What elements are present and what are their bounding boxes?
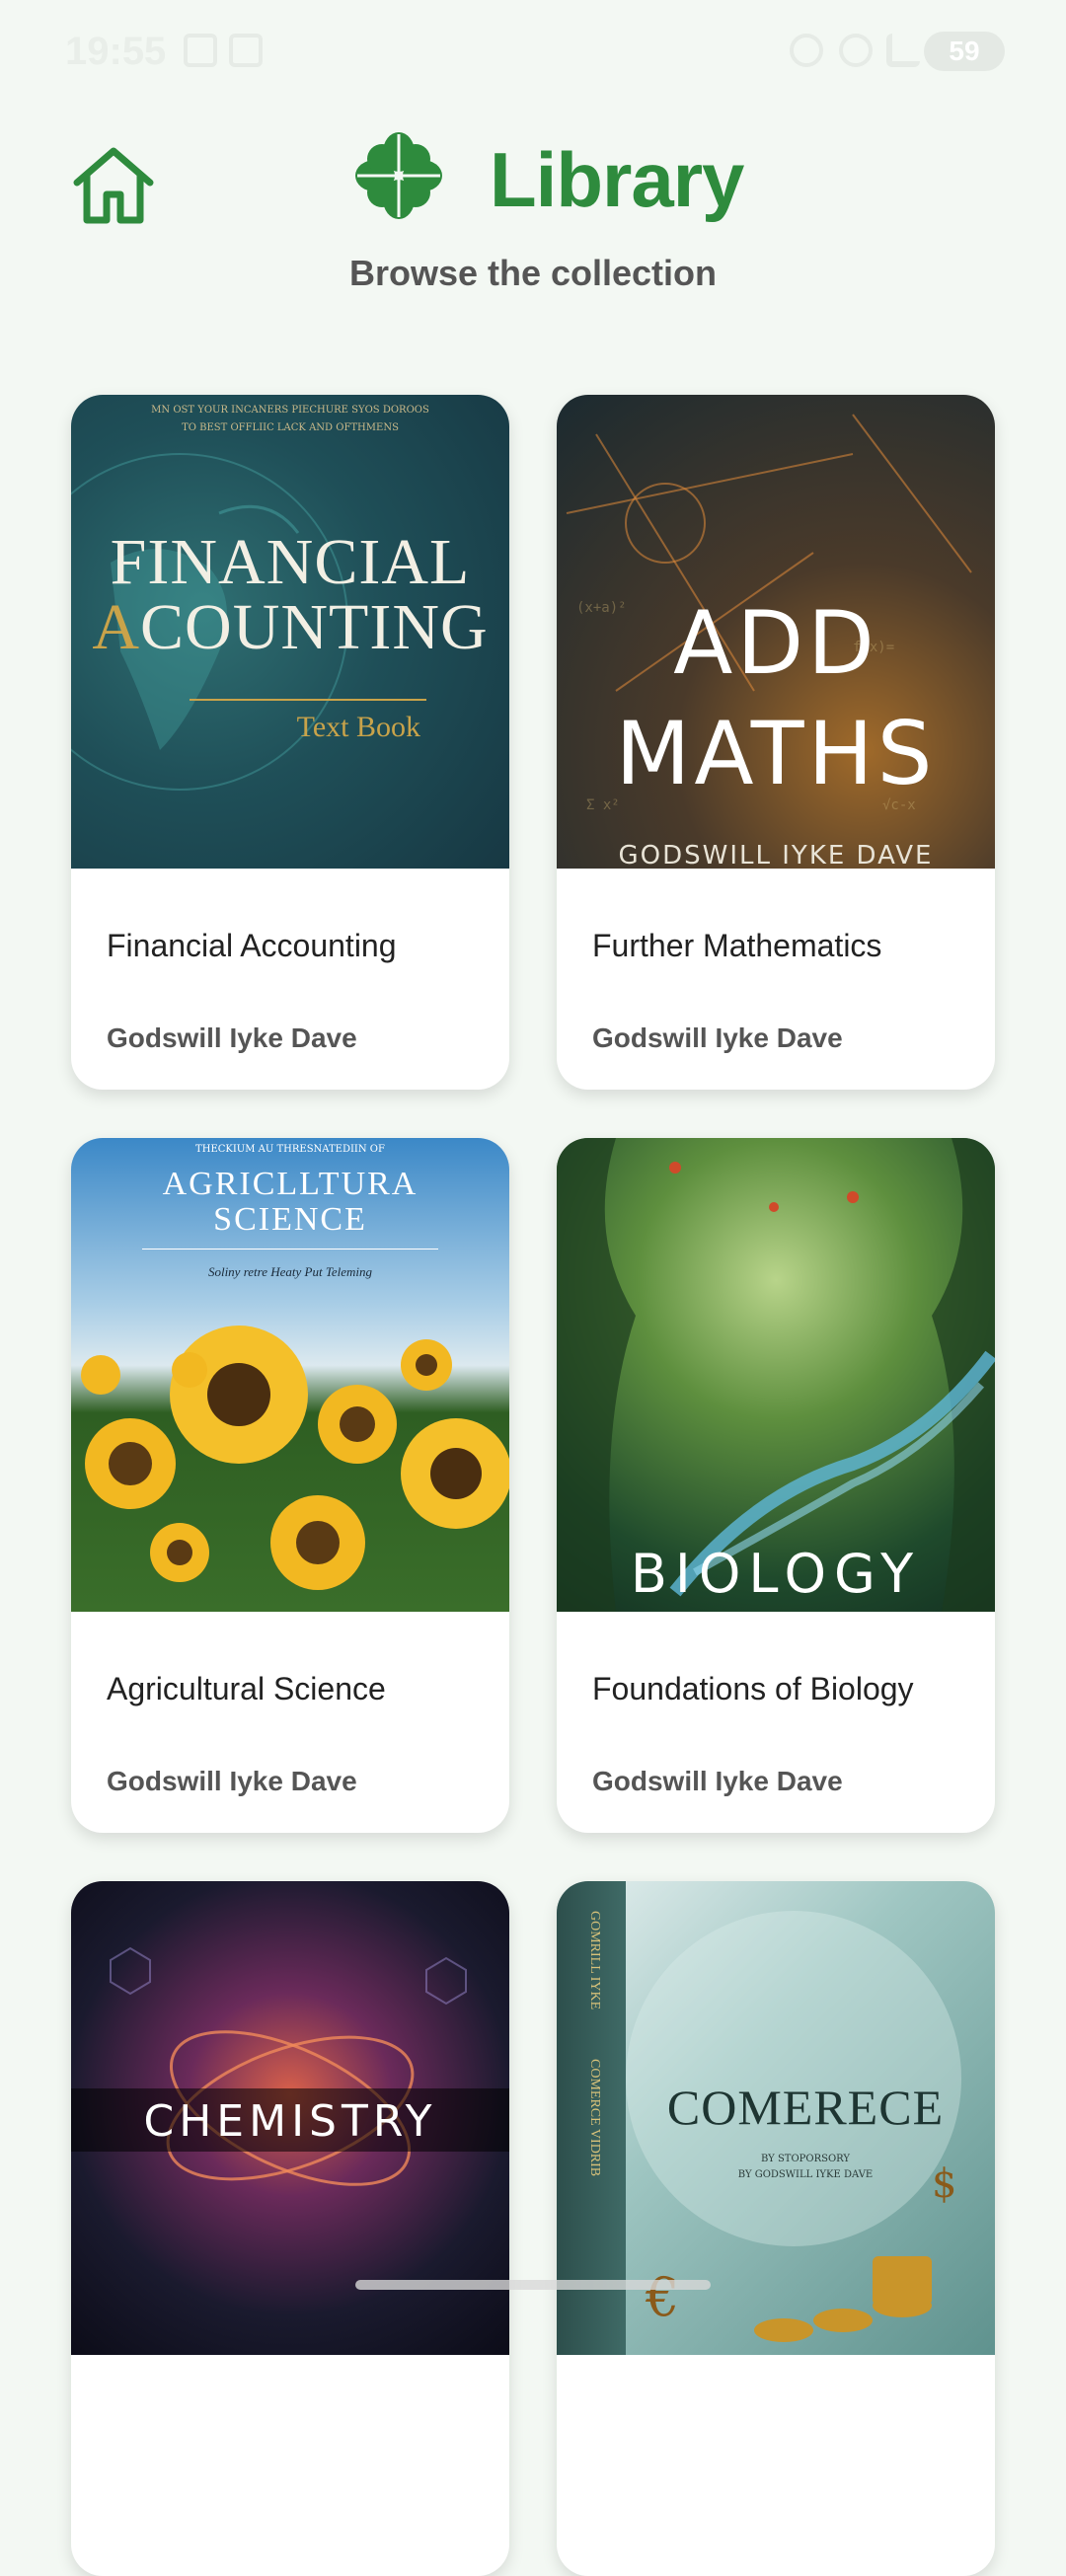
- book-cover: (x+a)² f(x)= Σ x² √c-x ADD MATHS GODSWILL I…: [557, 395, 995, 869]
- book-title: Agricultural Science: [107, 1671, 386, 1706]
- cover-title: FINANCIAL: [110, 526, 471, 598]
- book-title: Financial Accounting: [107, 928, 397, 963]
- cover-divider: [190, 699, 426, 701]
- book-card-financial-accounting[interactable]: MN OST YOUR INCANERS PIECHURE SYOS DOROO…: [71, 395, 509, 1090]
- cover-title: COMERECE: [666, 2080, 945, 2135]
- page-subtitle: Browse the collection: [348, 253, 718, 293]
- book-author: Godswill Iyke Dave: [107, 1023, 357, 1053]
- page-title: Library: [490, 136, 744, 223]
- cover-author: GODSWILL IYKE DAVE: [618, 841, 934, 869]
- home-icon: [73, 147, 154, 224]
- cover-tagline: MN OST YOUR INCANERS PIECHURE SYOS DOROO…: [151, 405, 429, 416]
- dna-jungle-illustration: [557, 1138, 995, 1612]
- cover-subtitle: BY STOPORSORY: [761, 2154, 850, 2164]
- book-card-further-mathematics[interactable]: (x+a)² f(x)= Σ x² √c-x ADD MATHS GODSWILL I…: [557, 395, 995, 1090]
- book-card-foundations-of-biology[interactable]: BIOLOGY Foundations of Biology Godswill …: [557, 1138, 995, 1833]
- cover-subtitle: Text Book: [296, 711, 420, 743]
- cover-tagline: TO BEST OFFLIIC LACK AND OFTHMENS: [182, 422, 399, 433]
- signal-icon: [886, 34, 920, 67]
- svg-text:€: €: [645, 2266, 679, 2328]
- book-author: Godswill Iyke Dave: [592, 1766, 843, 1796]
- book-card-commerce[interactable]: GOMRILL IYKE COMERCE VIDRIB € $ COMERECE…: [557, 1881, 995, 2576]
- book-cover: BIOLOGY: [557, 1138, 995, 1612]
- book-title: Foundations of Biology: [592, 1671, 914, 1706]
- book-card-agricultural-science[interactable]: THECKIUM AU THRESNATEDIIN OF AGRICLLTURA…: [71, 1138, 509, 1833]
- cover-title: CHEMISTRY: [143, 2096, 437, 2147]
- svg-text:$: $: [932, 2161, 956, 2207]
- cover-title: BIOLOGY: [630, 1543, 922, 1605]
- gesture-nav-bar[interactable]: [355, 2280, 711, 2290]
- book-title: Further Mathematics: [592, 928, 882, 963]
- cover-title-line-2: SCIENCE: [213, 1201, 367, 1238]
- book-cover: THECKIUM AU THRESNATEDIIN OF AGRICLLTURA…: [71, 1138, 509, 1612]
- wifi-icon: [839, 34, 873, 67]
- cover-divider: [142, 1249, 438, 1250]
- screenshot-icon: [184, 34, 217, 67]
- linkedin-icon: [229, 34, 263, 67]
- clover-icon: [355, 132, 442, 219]
- book-author: Godswill Iyke Dave: [107, 1766, 357, 1796]
- home-button[interactable]: [69, 143, 158, 228]
- book-cover: MN OST YOUR INCANERS PIECHURE SYOS DOROO…: [71, 395, 509, 869]
- book-card-chemistry[interactable]: CHEMISTRY: [71, 1881, 509, 2576]
- cover-title-line-2: MATHS: [615, 703, 937, 804]
- book-author: Godswill Iyke Dave: [592, 1023, 843, 1053]
- hotspot-icon: [790, 34, 823, 67]
- cover-author: BY GODSWILL IYKE DAVE: [737, 2169, 874, 2180]
- cover-title-line-2: ACOUNTING: [92, 591, 489, 663]
- cover-title: ADD: [673, 592, 878, 694]
- status-time: 19:55: [65, 30, 167, 73]
- battery-indicator: 59: [924, 32, 1005, 71]
- cover-title: AGRICLLTURA: [162, 1166, 419, 1202]
- cover-subtitle: Soliny retre Heaty Put Teleming: [207, 1264, 373, 1279]
- cover-tagline: THECKIUM AU THRESNATEDIIN OF: [195, 1144, 385, 1155]
- status-bar: 19:55 59: [0, 0, 1066, 99]
